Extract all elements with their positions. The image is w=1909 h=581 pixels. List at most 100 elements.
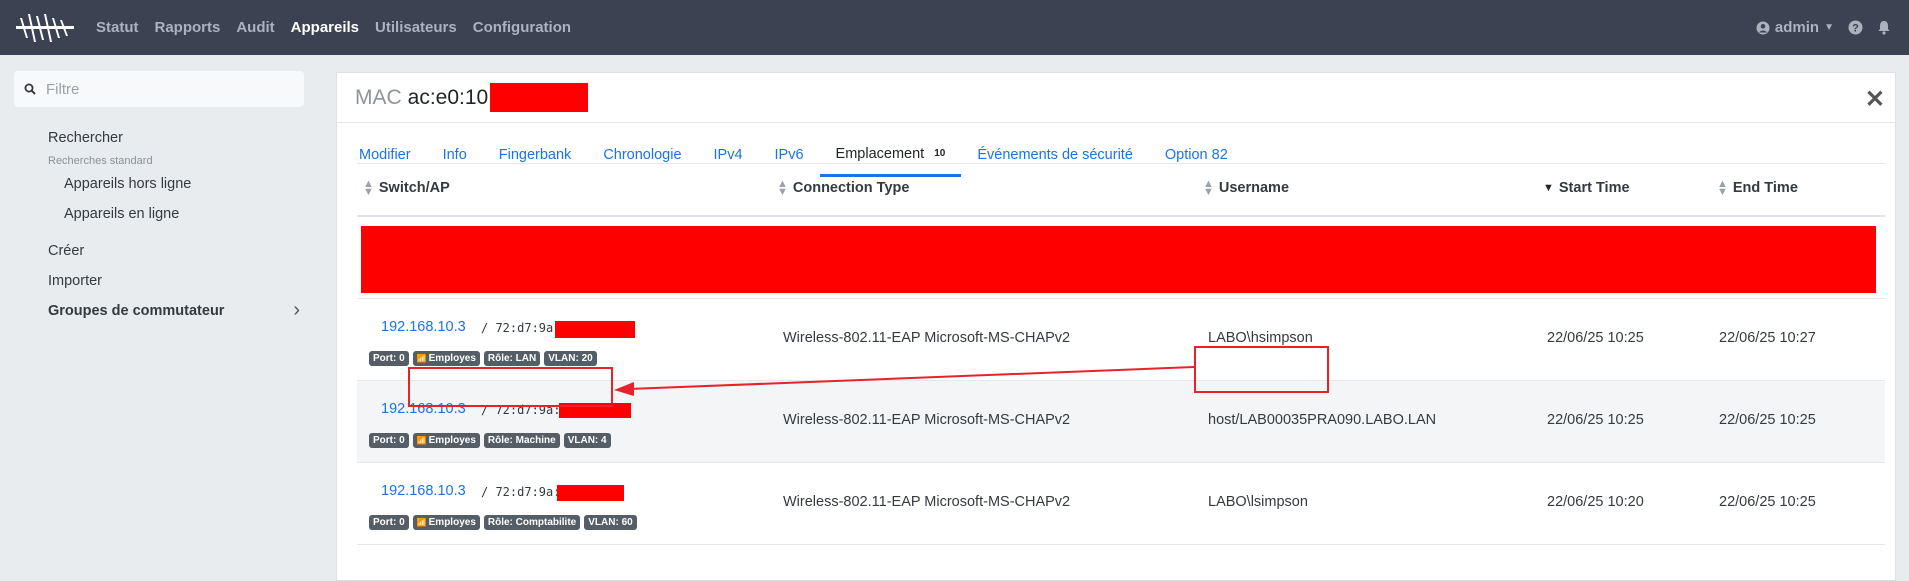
sort-icon: ▲ ▼: [1717, 178, 1728, 198]
nav-appareils[interactable]: Appareils: [291, 19, 359, 36]
table-header: ▲ ▼ Switch/AP ▲ ▼ Connection Type ▲ ▼ Usern…: [357, 163, 1885, 217]
tab-label: Fingerbank: [498, 147, 572, 163]
tab-label: Événements de sécurité: [977, 147, 1133, 163]
vlan-badge: VLAN: 20: [544, 351, 597, 366]
ssid-badge: 📶 Employes: [412, 351, 480, 366]
switch-mac: / 72:d7:9a:: [481, 485, 561, 499]
mac-label: MAC: [355, 85, 402, 109]
nav-statut[interactable]: Statut: [96, 19, 139, 36]
nav-rapports[interactable]: Rapports: [155, 19, 221, 36]
username: LABO\hsimpson: [1208, 330, 1313, 346]
sidebar-item-groupes[interactable]: Groupes de commutateur: [48, 303, 224, 319]
vlan-badge: VLAN: 60: [584, 515, 637, 530]
sidebar-item-offline[interactable]: Appareils hors ligne: [64, 176, 191, 192]
sidebar-section-standard: Recherches standard: [48, 155, 153, 167]
ssid-label: Employes: [428, 435, 476, 446]
nav-utilisateurs[interactable]: Utilisateurs: [375, 19, 457, 36]
start-time: 22/06/25 10:25: [1547, 330, 1644, 346]
filter-box[interactable]: [14, 71, 304, 107]
device-panel: MAC ac:e0:10 ✕ Modifier Info Fingerbank …: [336, 72, 1896, 581]
bell-icon[interactable]: [1877, 20, 1891, 35]
redaction-box: [361, 226, 1876, 293]
table-row[interactable]: [357, 219, 1885, 299]
sort-desc-icon: ▼: [1543, 182, 1554, 194]
close-icon[interactable]: ✕: [1865, 85, 1885, 114]
sort-icon: ▲ ▼: [1203, 178, 1214, 198]
role-badge: Rôle: Comptabilite: [483, 515, 581, 530]
column-end-time[interactable]: ▲ ▼ End Time: [1717, 178, 1798, 198]
navbar-right: admin ▼ ?: [1756, 0, 1891, 55]
column-start-time[interactable]: ▼ Start Time: [1543, 180, 1630, 196]
username: LABO\lsimpson: [1208, 494, 1308, 510]
tab-label: Modifier: [359, 147, 411, 163]
column-label: Username: [1218, 180, 1290, 196]
column-connection-type[interactable]: ▲ ▼ Connection Type: [777, 178, 910, 198]
redaction-box: [490, 83, 589, 112]
ssid-label: Employes: [428, 517, 476, 528]
start-time: 22/06/25 10:25: [1547, 412, 1644, 428]
end-time: 22/06/25 10:25: [1719, 494, 1816, 510]
port-badge: Port: 0: [369, 351, 409, 366]
tab-label: IPv6: [774, 147, 804, 163]
connection-type: Wireless-802.11-EAP Microsoft-MS-CHAPv2: [783, 412, 1071, 428]
column-username[interactable]: ▲ ▼ Username: [1203, 178, 1290, 198]
port-badge: Port: 0: [369, 433, 409, 448]
tab-count-badge: 10: [934, 148, 946, 159]
user-name: admin: [1774, 19, 1820, 36]
user-circle-icon: [1756, 21, 1770, 34]
ssid-badge: 📶 Employes: [412, 433, 480, 448]
panel-header: MAC ac:e0:10: [337, 73, 1895, 123]
sidebar-item-rechercher[interactable]: Rechercher: [48, 130, 123, 146]
filter-input[interactable]: [46, 80, 286, 98]
table-row[interactable]: 192.168.10.3 / 72:d7:9a: Port: 0 📶 Employ…: [357, 463, 1885, 545]
wifi-icon: 📶: [416, 518, 427, 527]
user-menu[interactable]: admin ▼: [1756, 19, 1834, 36]
search-icon: [24, 83, 36, 95]
sort-icon: ▲ ▼: [363, 178, 374, 198]
redaction-box: [557, 485, 624, 501]
wifi-icon: 📶: [416, 354, 427, 363]
question-circle-icon[interactable]: ?: [1848, 20, 1863, 35]
sidebar-item-online[interactable]: Appareils en ligne: [64, 206, 179, 222]
redaction-box: [555, 321, 635, 338]
nav-configuration[interactable]: Configuration: [473, 19, 571, 36]
caret-down-icon: ▼: [1824, 22, 1834, 33]
column-label: End Time: [1732, 180, 1798, 196]
tab-label: Option 82: [1164, 147, 1228, 163]
mac-value: ac:e0:10: [407, 85, 489, 109]
sidebar-item-importer[interactable]: Importer: [48, 273, 102, 289]
annotation-box-badges: [408, 367, 613, 407]
packetfence-logo[interactable]: [14, 10, 76, 46]
switch-ip-link[interactable]: 192.168.10.3: [381, 319, 466, 335]
sidebar: Rechercher Recherches standard Appareils…: [0, 55, 322, 581]
sort-icon: ▲ ▼: [777, 178, 788, 198]
ssid-label: Employes: [428, 353, 476, 364]
vlan-badge: VLAN: 4: [563, 433, 611, 448]
annotation-box-username: [1194, 346, 1329, 393]
ssid-badge: 📶 Employes: [412, 515, 480, 530]
column-label: Switch/AP: [378, 180, 450, 196]
tab-label: Info: [442, 147, 467, 163]
connection-type: Wireless-802.11-EAP Microsoft-MS-CHAPv2: [783, 494, 1071, 510]
wifi-icon: 📶: [416, 436, 427, 445]
tab-label: IPv4: [713, 147, 743, 163]
switch-mac: / 72:d7:9a: [481, 321, 554, 335]
column-label: Connection Type: [792, 180, 910, 196]
port-badge: Port: 0: [369, 515, 409, 530]
badge-group: Port: 0 📶 Employes Rôle: LAN VLAN: 20: [369, 351, 597, 366]
start-time: 22/06/25 10:20: [1547, 494, 1644, 510]
nav-audit[interactable]: Audit: [236, 19, 274, 36]
column-switch[interactable]: ▲ ▼ Switch/AP: [363, 178, 450, 198]
top-navbar: Statut Rapports Audit Appareils Utilisat…: [0, 0, 1909, 55]
end-time: 22/06/25 10:25: [1719, 412, 1816, 428]
badge-group: Port: 0 📶 Employes Rôle: Comptabilite VLA…: [369, 515, 637, 530]
tab-label: Chronologie: [603, 147, 682, 163]
end-time: 22/06/25 10:27: [1719, 330, 1816, 346]
location-table: ▲ ▼ Switch/AP ▲ ▼ Connection Type ▲ ▼ Usern…: [357, 163, 1885, 545]
column-label: Start Time: [1558, 180, 1630, 196]
sidebar-item-creer[interactable]: Créer: [48, 243, 84, 259]
chevron-right-icon[interactable]: ›: [293, 299, 300, 322]
role-badge: Rôle: LAN: [483, 351, 541, 366]
switch-ip-link[interactable]: 192.168.10.3: [381, 483, 466, 499]
svg-text:?: ?: [1852, 22, 1859, 34]
